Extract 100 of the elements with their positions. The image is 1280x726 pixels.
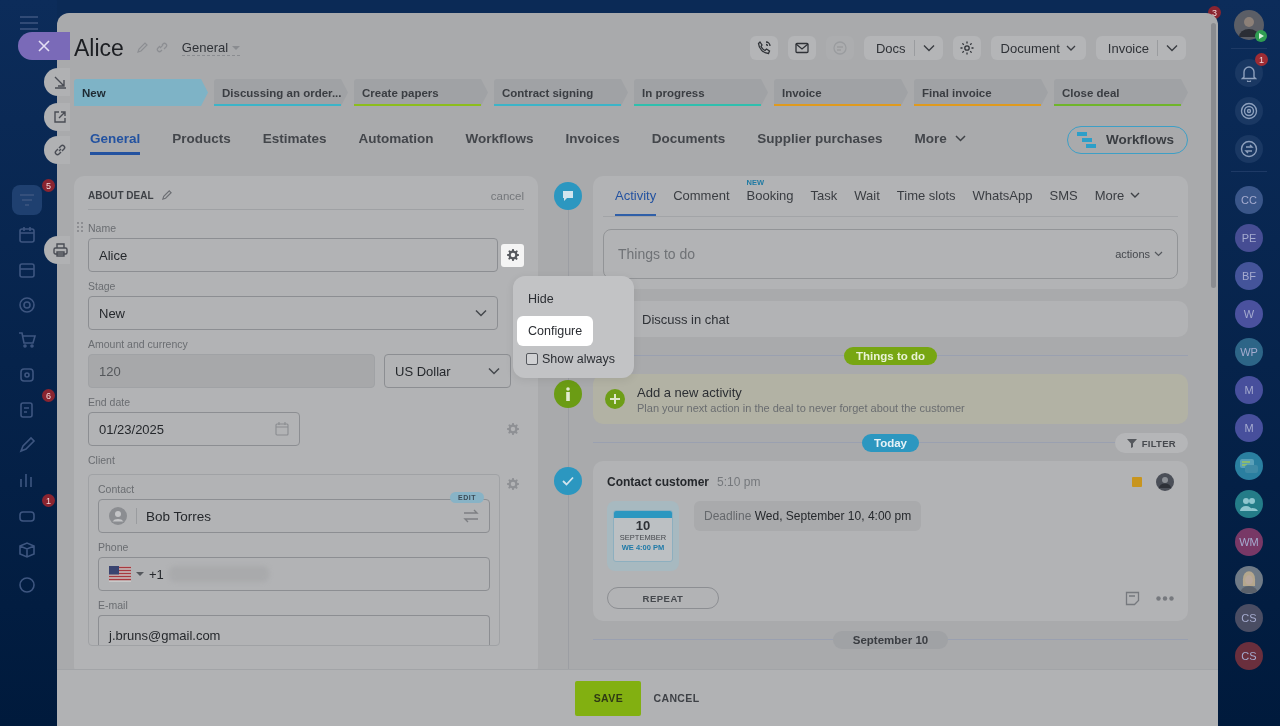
tab[interactable]: Documents	[651, 124, 726, 155]
stage-step[interactable]: New	[74, 79, 208, 106]
chat-button[interactable]	[1235, 135, 1263, 163]
print-button[interactable]	[44, 236, 70, 264]
tab[interactable]: Supplier purchases	[757, 124, 883, 155]
cancel-button[interactable]: CANCEL	[653, 692, 700, 704]
category-dropdown[interactable]: General	[181, 40, 241, 56]
tab[interactable]: WhatsApp	[972, 176, 1033, 216]
user-avatar[interactable]	[1235, 566, 1263, 594]
tab[interactable]: Time slots	[896, 176, 956, 216]
todo-input[interactable]: Things to do actions	[603, 229, 1178, 279]
name-field[interactable]: Alice	[88, 238, 498, 272]
tab[interactable]: General	[90, 124, 141, 155]
stage-step[interactable]: In progress	[634, 79, 768, 106]
menu-item[interactable]: Hide	[517, 284, 565, 314]
menu-item[interactable]: Configure	[517, 316, 594, 346]
link-icon[interactable]	[155, 42, 168, 54]
contact-avatar[interactable]: W	[1235, 300, 1263, 328]
download-button[interactable]	[44, 68, 70, 96]
tab[interactable]: Products	[172, 124, 231, 155]
more-icon[interactable]	[1156, 595, 1174, 601]
tab[interactable]: Workflows	[465, 124, 534, 155]
scrollbar[interactable]	[1211, 23, 1216, 288]
stage-step[interactable]: Discussing an order...	[214, 79, 348, 106]
group-avatar[interactable]	[1235, 490, 1263, 518]
chat-avatar[interactable]	[1235, 452, 1263, 480]
note-icon[interactable]	[1125, 590, 1140, 606]
nav-item[interactable]	[12, 185, 42, 215]
notification-button[interactable]	[1235, 59, 1263, 87]
tab[interactable]: Comment	[673, 176, 730, 216]
contact-avatar[interactable]: M	[1235, 376, 1263, 404]
calendar-top-bar	[614, 511, 672, 518]
mail-button[interactable]	[787, 36, 816, 60]
settings-icon[interactable]	[507, 423, 519, 435]
stage-step[interactable]: Final invoice	[914, 79, 1048, 106]
settings-button[interactable]	[501, 243, 524, 267]
person-icon	[109, 507, 127, 525]
contact-avatar[interactable]: WP	[1235, 338, 1263, 366]
actions-dropdown[interactable]: actions	[1115, 248, 1163, 260]
field-label: Phone	[98, 540, 130, 555]
field-label: E-mail	[98, 598, 129, 613]
chevron-down-icon[interactable]	[1166, 44, 1178, 52]
contact-avatar[interactable]: CC	[1235, 186, 1263, 214]
add-activity-card[interactable]: Add a new activity Plan your next action in the deal to never forget about the customer	[593, 374, 1188, 424]
split-button[interactable]: Invoice	[1095, 36, 1186, 60]
tab[interactable]: Estimates	[262, 124, 327, 155]
tab[interactable]: Activity	[615, 176, 657, 216]
phone-field[interactable]: +1	[98, 557, 490, 591]
tab[interactable]: Automation	[358, 124, 434, 155]
edit-icon[interactable]	[160, 190, 172, 201]
swap-icon[interactable]	[463, 509, 479, 523]
user-avatar[interactable]	[1234, 10, 1264, 40]
task-title: Contact customer	[607, 475, 710, 489]
settings-button[interactable]	[952, 36, 981, 60]
calendar-icon[interactable]	[275, 422, 289, 436]
contact-field[interactable]: Bob Torres	[98, 499, 490, 533]
contact-avatar[interactable]: WM	[1235, 528, 1263, 556]
tab[interactable]: Wait	[854, 176, 880, 216]
link-button[interactable]	[44, 136, 70, 164]
contact-avatar[interactable]: BF	[1235, 262, 1263, 290]
flag-icon[interactable]	[109, 566, 131, 582]
tab[interactable]: SMS	[1049, 176, 1078, 216]
external-link-button[interactable]	[44, 103, 70, 131]
chevron-down-icon	[488, 367, 500, 375]
bell-icon	[1241, 64, 1257, 82]
currency-select[interactable]: US Dollar	[384, 354, 511, 388]
chevron-down-icon	[475, 309, 487, 317]
target-button[interactable]	[1235, 97, 1263, 125]
stage-select[interactable]: New	[88, 296, 498, 330]
amount-field[interactable]: 120	[88, 354, 375, 388]
play-icon	[1255, 30, 1267, 42]
tab[interactable]: More	[1094, 176, 1141, 216]
contact-avatar[interactable]: PE	[1235, 224, 1263, 252]
contact-avatar[interactable]: CS	[1235, 604, 1263, 632]
split-button[interactable]: Docs	[863, 36, 943, 60]
email-field[interactable]: j.bruns@gmail.com	[98, 615, 490, 645]
chevron-down-icon	[1065, 44, 1076, 52]
checkbox[interactable]	[526, 353, 538, 365]
stage-step[interactable]: Close deal	[1054, 79, 1188, 106]
stage-step[interactable]: Contract signing	[494, 79, 628, 106]
contact-avatar[interactable]: M	[1235, 414, 1263, 442]
date-field[interactable]: 01/23/2025	[88, 412, 300, 446]
chevron-down-icon	[1154, 251, 1163, 257]
close-button[interactable]	[18, 32, 70, 60]
stage-step[interactable]: Create papers	[354, 79, 488, 106]
settings-icon[interactable]	[507, 478, 519, 490]
save-button[interactable]: SAVE	[575, 680, 642, 716]
stage-step[interactable]: Invoice	[774, 79, 908, 106]
filter-button[interactable]: FILTER	[1114, 433, 1188, 453]
tab[interactable]: More	[914, 124, 966, 155]
deadline-chip[interactable]: Deadline Wed, September 10, 4:00 pm	[694, 501, 922, 531]
drag-handle-icon[interactable]	[77, 222, 83, 234]
menu-icon[interactable]	[20, 16, 38, 30]
tab[interactable]: Invoices	[565, 124, 620, 155]
tab[interactable]: Task	[810, 176, 838, 216]
chevron-down-icon[interactable]	[922, 44, 935, 52]
contact-avatar[interactable]: CS	[1235, 642, 1263, 670]
dropdown-button[interactable]: Document	[990, 36, 1086, 60]
edit-icon[interactable]	[135, 42, 148, 54]
phone-button[interactable]	[749, 36, 778, 60]
